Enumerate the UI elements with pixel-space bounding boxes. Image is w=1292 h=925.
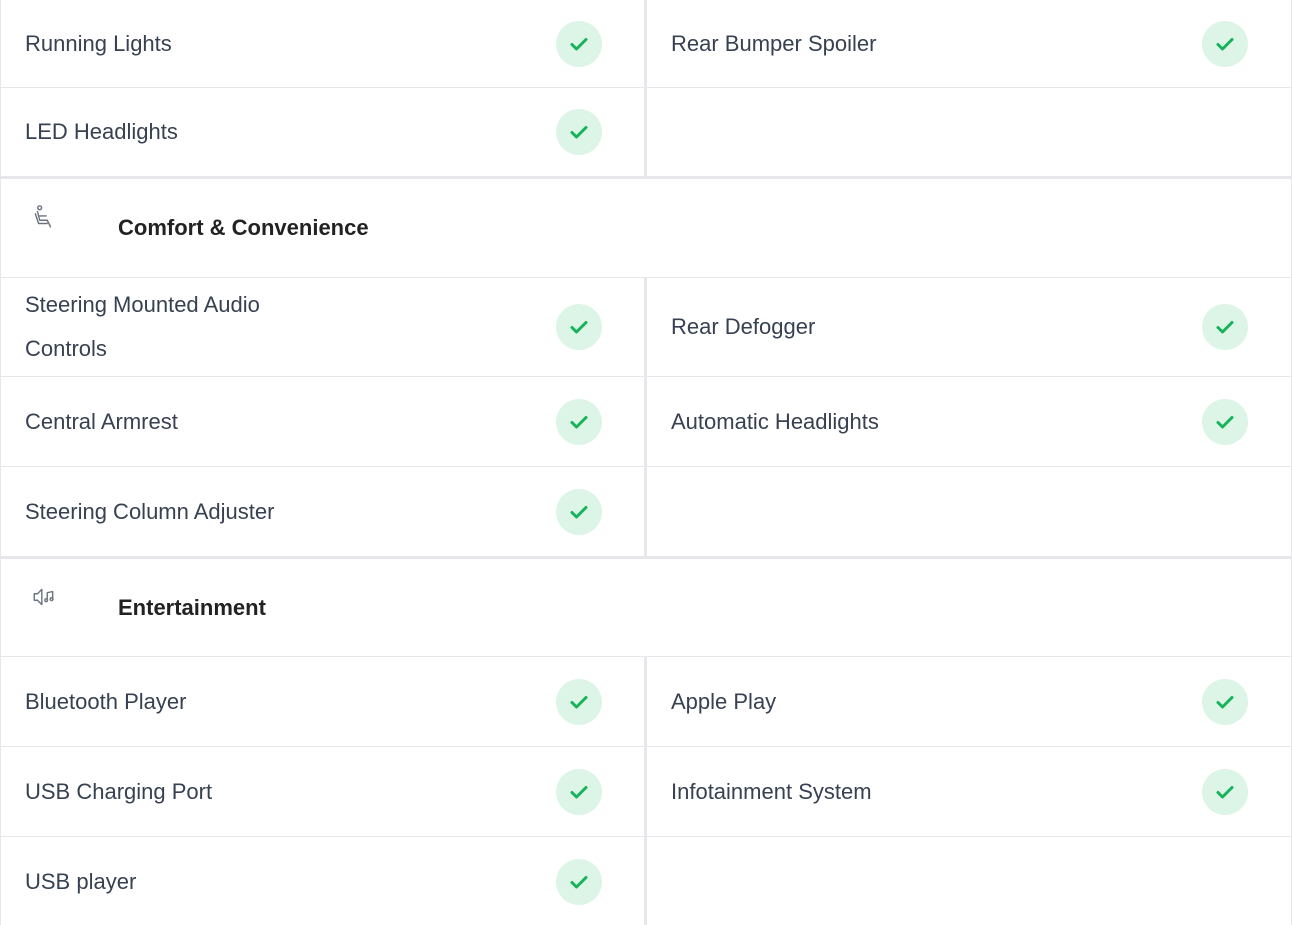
- feature-cell: Bluetooth Player: [1, 657, 647, 746]
- feature-cell: Rear Bumper Spoiler: [647, 0, 1291, 87]
- table-row: Bluetooth Player Apple Play: [1, 657, 1291, 747]
- table-row: USB player: [1, 837, 1291, 925]
- feature-label: Automatic Headlights: [671, 408, 879, 434]
- check-icon: [556, 488, 602, 535]
- feature-cell: Central Armrest: [1, 377, 647, 466]
- feature-label: Running Lights: [25, 30, 172, 56]
- feature-cell: Rear Defogger: [647, 278, 1291, 376]
- check-icon: [1202, 768, 1248, 815]
- feature-cell: Steering Mounted Audio Controls: [1, 278, 647, 376]
- check-icon: [1202, 304, 1248, 350]
- feature-cell: Steering Column Adjuster: [1, 467, 647, 556]
- check-icon: [556, 304, 602, 350]
- feature-label: USB player: [25, 869, 137, 894]
- check-icon: [556, 398, 602, 445]
- check-icon: [1202, 398, 1248, 445]
- check-icon: [556, 109, 602, 155]
- feature-cell: USB player: [1, 837, 647, 925]
- table-row: Running Lights Rear Bumper Spoiler: [1, 0, 1291, 88]
- feature-label: Apple Play: [671, 688, 777, 714]
- feature-label: USB Charging Port: [25, 778, 213, 804]
- check-icon: [556, 859, 602, 905]
- feature-cell: Running Lights: [1, 0, 647, 87]
- table-row: USB Charging Port Infotainment System: [1, 747, 1291, 837]
- feature-label: LED Headlights: [25, 119, 178, 144]
- seat-icon: [31, 204, 61, 234]
- table-row: Steering Column Adjuster: [1, 467, 1291, 559]
- check-icon: [1202, 678, 1248, 725]
- section-header-comfort: Comfort & Convenience: [1, 179, 1291, 278]
- feature-label: Infotainment System: [671, 778, 872, 804]
- check-icon: [556, 678, 602, 725]
- table-row: LED Headlights: [1, 88, 1291, 179]
- feature-label: Rear Bumper Spoiler: [671, 30, 877, 56]
- feature-cell: Automatic Headlights: [647, 377, 1291, 466]
- section-header-entertainment: Entertainment: [1, 559, 1291, 657]
- section-title: Entertainment: [118, 594, 266, 620]
- table-row: Central Armrest Automatic Headlights: [1, 377, 1291, 467]
- section-title: Comfort & Convenience: [118, 215, 369, 240]
- speaker-music-icon: [31, 584, 61, 614]
- table-row: Steering Mounted Audio Controls Rear Def…: [1, 278, 1291, 377]
- feature-cell-empty: [647, 467, 1291, 556]
- feature-cell: Apple Play: [647, 657, 1291, 746]
- feature-cell: Infotainment System: [647, 747, 1291, 836]
- feature-cell-empty: [647, 88, 1291, 176]
- check-icon: [556, 20, 602, 67]
- feature-label: Rear Defogger: [671, 314, 816, 339]
- feature-cell: LED Headlights: [1, 88, 647, 176]
- feature-label: Central Armrest: [25, 408, 178, 434]
- check-icon: [556, 768, 602, 815]
- feature-label: Bluetooth Player: [25, 688, 187, 714]
- feature-label: Steering Column Adjuster: [25, 498, 275, 524]
- feature-label: Steering Mounted Audio Controls: [25, 292, 260, 361]
- check-icon: [1202, 20, 1248, 67]
- feature-cell: USB Charging Port: [1, 747, 647, 836]
- features-table: Running Lights Rear Bumper Spoiler LED H…: [0, 0, 1292, 925]
- feature-cell-empty: [647, 837, 1291, 925]
